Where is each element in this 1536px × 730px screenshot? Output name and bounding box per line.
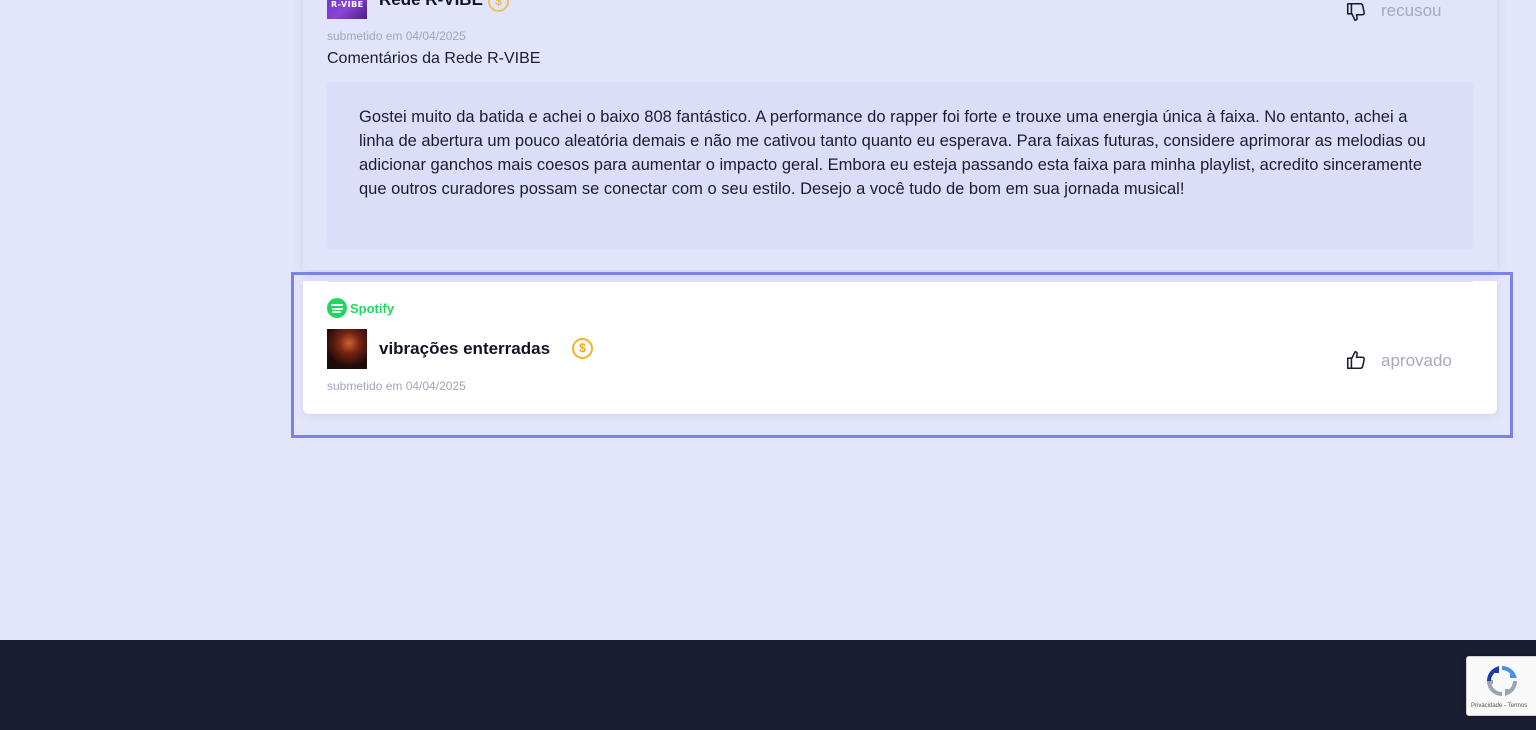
feedback-text: Gostei muito da batida e achei o baixo 8… [359,108,1426,198]
status-label-approved: aprovado [1381,351,1452,370]
comments-heading: Comentários da Rede R-VIBE [327,50,541,67]
paid-coin-icon: $ [572,338,593,359]
playlist-thumbnail [327,329,367,369]
spotify-logo: Spotify [327,298,394,318]
recaptcha-links[interactable]: Privacidade - Termos [1471,703,1527,709]
spotify-wordmark: Spotify [350,300,395,316]
feedback-box: Gostei muito da batida e achei o baixo 8… [327,82,1473,249]
card-divider [327,281,1473,282]
recaptcha-badge[interactable]: Privacidade - Termos [1466,656,1536,716]
curator-name-rvibe[interactable]: Rede R-VIBE [379,0,483,10]
spotify-icon [327,298,347,318]
status-label-rejected: recusou [1381,1,1442,20]
thumbs-down-icon [1346,2,1365,22]
recaptcha-icon [1486,665,1518,697]
page-footer [0,640,1536,730]
submitted-date: submetido em 04/04/2025 [327,379,466,393]
thumbs-up-icon [1346,350,1365,370]
playlist-name[interactable]: vibrações enterradas [379,339,550,359]
curator-thumbnail-rvibe: R-VIBE [327,0,367,19]
submitted-date: submetido em 04/04/2025 [327,29,466,43]
curator-thumbnail-text: R-VIBE [331,0,364,9]
